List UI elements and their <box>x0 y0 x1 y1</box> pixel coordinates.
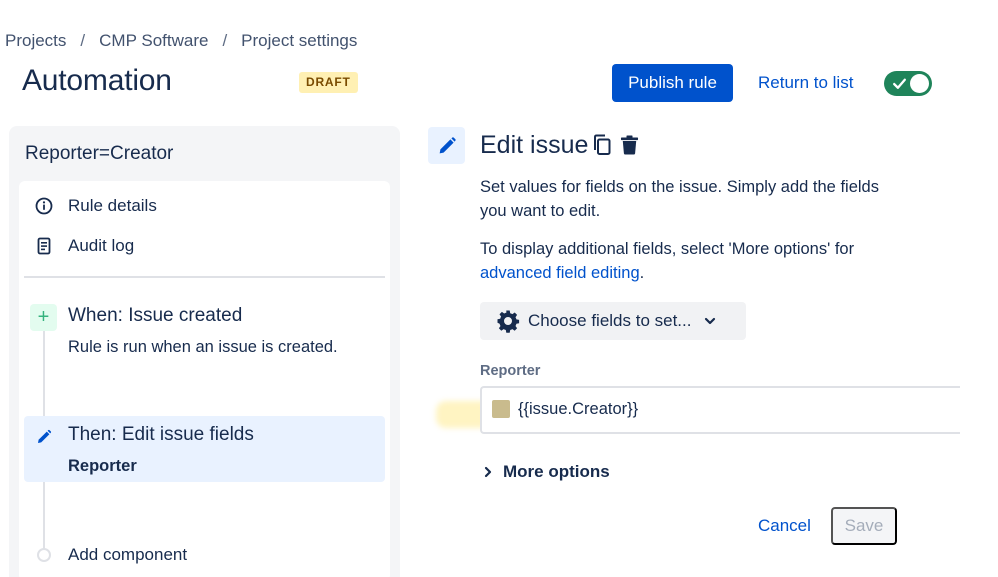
copy-icon[interactable] <box>592 134 612 156</box>
breadcrumb: Projects / CMP Software / Project settin… <box>5 31 357 51</box>
advanced-field-editing-link[interactable]: advanced field editing <box>480 264 640 282</box>
gear-icon <box>497 310 520 333</box>
info-icon <box>35 197 53 215</box>
draft-badge: DRAFT <box>299 72 358 93</box>
trigger-description: Rule is run when an issue is created. <box>68 338 338 356</box>
edit-issue-icon-box <box>428 127 465 164</box>
more-options-label: More options <box>503 462 610 481</box>
toggle-knob <box>910 74 929 93</box>
choose-fields-label: Choose fields to set... <box>528 311 692 330</box>
chevron-right-icon <box>484 466 492 478</box>
publish-rule-button[interactable]: Publish rule <box>612 64 733 102</box>
action-title: Then: Edit issue fields <box>68 424 254 445</box>
reporter-field-label: Reporter <box>480 363 541 379</box>
save-button[interactable]: Save <box>831 507 897 545</box>
cancel-button[interactable]: Cancel <box>758 516 811 536</box>
breadcrumb-cmp-software[interactable]: CMP Software <box>99 31 208 51</box>
choose-fields-button[interactable]: Choose fields to set... <box>480 302 746 340</box>
trash-icon[interactable] <box>620 135 639 155</box>
chevron-down-icon <box>705 317 716 325</box>
breadcrumb-separator: / <box>222 31 228 50</box>
page-title: Automation <box>22 64 172 97</box>
nav-audit-log[interactable]: Audit log <box>35 236 134 256</box>
pencil-icon <box>38 429 52 443</box>
nav-rule-details[interactable]: Rule details <box>35 196 157 216</box>
divider <box>24 276 385 278</box>
return-to-list-link[interactable]: Return to list <box>758 73 853 93</box>
more-options-toggle[interactable]: More options <box>482 462 610 482</box>
reporter-input-value: {{issue.Creator}} <box>518 400 639 418</box>
add-component-button[interactable]: Add component <box>68 545 187 565</box>
nav-audit-log-label: Audit log <box>68 236 135 255</box>
user-avatar-icon <box>492 400 510 418</box>
add-component-dot <box>37 548 51 562</box>
action-subtitle: Reporter <box>68 457 137 475</box>
rule-enabled-toggle[interactable] <box>884 71 932 96</box>
nav-rule-details-label: Rule details <box>68 196 157 215</box>
check-icon <box>893 78 906 89</box>
breadcrumb-project-settings[interactable]: Project settings <box>241 31 357 51</box>
more-info-text: To display additional fields, select 'Mo… <box>480 240 855 258</box>
pencil-icon <box>439 136 456 153</box>
breadcrumb-projects[interactable]: Projects <box>5 31 66 51</box>
plus-icon: + <box>30 304 57 331</box>
rule-name: Reporter=Creator <box>25 143 174 164</box>
document-icon <box>35 237 53 255</box>
breadcrumb-separator: / <box>80 31 86 50</box>
editor-more-info: To display additional fields, select 'Mo… <box>480 237 910 285</box>
editor-title: Edit issue <box>480 131 589 159</box>
editor-description: Set values for fields on the issue. Simp… <box>480 178 879 220</box>
more-info-suffix: . <box>639 264 645 282</box>
trigger-title[interactable]: When: Issue created <box>68 305 242 327</box>
